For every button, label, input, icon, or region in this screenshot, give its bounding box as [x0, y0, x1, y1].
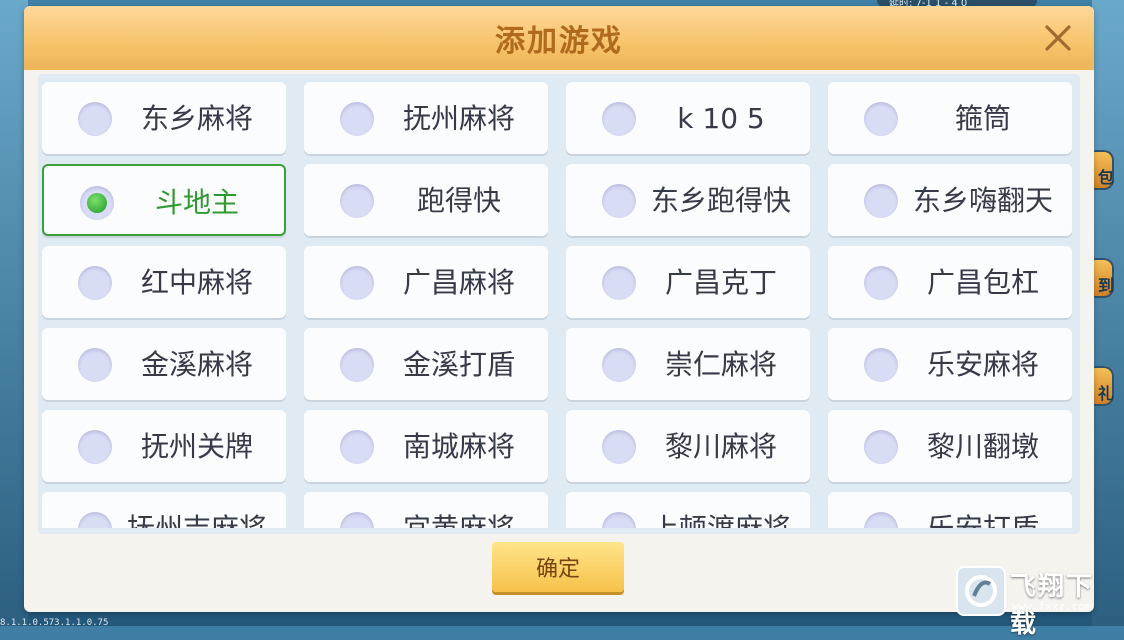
game-label: 抚州关牌 — [140, 430, 253, 463]
game-label: 乐安麻将 — [926, 348, 1039, 381]
game-label: 金溪打盾 — [402, 348, 515, 381]
game-option[interactable]: 金溪麻将 — [42, 328, 286, 400]
radio-button[interactable] — [602, 184, 636, 218]
radio-button[interactable] — [864, 266, 898, 300]
game-option[interactable]: 广昌包杠 — [828, 246, 1072, 318]
dialog-header: 添加游戏 — [24, 6, 1094, 70]
radio-button[interactable] — [78, 348, 112, 382]
game-label: 红中麻将 — [140, 266, 253, 299]
watermark-url: www.fxxz.com — [1012, 600, 1092, 613]
radio-button[interactable] — [864, 184, 898, 218]
game-list-panel: 东乡麻将 抚州麻将 k 10 5 箍筒斗地主 跑得快 东乡跑得快 东乡嗨翻天红中麻将 广昌麻将… — [38, 74, 1080, 534]
game-option[interactable]: 崇仁麻将 — [566, 328, 810, 400]
game-label: 东乡嗨翻天 — [912, 184, 1053, 217]
game-label: 广昌克丁 — [664, 266, 777, 299]
radio-button[interactable] — [602, 102, 636, 136]
radio-button[interactable] — [340, 348, 374, 382]
radio-button[interactable] — [78, 430, 112, 464]
game-option[interactable]: 斗地主 — [42, 164, 286, 236]
game-label: 南城麻将 — [402, 430, 515, 463]
game-label: 崇仁麻将 — [664, 348, 777, 381]
game-option[interactable]: 黎川翻墩 — [828, 410, 1072, 482]
game-label: 黎川翻墩 — [926, 430, 1039, 463]
side-label: 礼 — [1097, 384, 1114, 403]
version-text: 8.1.1.0.573.1.1.0.75 — [0, 618, 109, 628]
watermark: 飞翔下载 www.fxxz.com — [956, 566, 1116, 639]
add-game-dialog: 添加游戏 东乡麻将 抚州麻将 k 10 5 箍筒斗地主 跑得快 东乡跑得快 东乡嗨翻天红中麻… — [24, 6, 1094, 612]
game-option[interactable]: 抚州关牌 — [42, 410, 286, 482]
game-label: 抚州麻将 — [402, 102, 515, 135]
game-grid: 东乡麻将 抚州麻将 k 10 5 箍筒斗地主 跑得快 东乡跑得快 东乡嗨翻天红中麻将 广昌麻将… — [42, 82, 1076, 528]
radio-button[interactable] — [340, 266, 374, 300]
close-button[interactable] — [1042, 22, 1074, 54]
game-label: 金溪麻将 — [140, 348, 253, 381]
close-icon — [1045, 25, 1071, 51]
side-label: 包 — [1097, 168, 1114, 187]
game-option[interactable]: 宜黄麻将 — [304, 492, 548, 528]
game-label: 箍筒 — [954, 102, 1011, 135]
radio-button[interactable] — [602, 348, 636, 382]
game-label: 广昌麻将 — [402, 266, 515, 299]
radio-button[interactable] — [602, 266, 636, 300]
radio-button[interactable] — [602, 512, 636, 528]
game-option[interactable]: k 10 5 — [566, 82, 810, 154]
radio-button[interactable] — [78, 266, 112, 300]
radio-button[interactable] — [864, 430, 898, 464]
radio-button[interactable] — [78, 102, 112, 136]
game-label: 上顿渡麻将 — [636, 512, 806, 528]
game-label: 宜黄麻将 — [374, 512, 544, 528]
radio-button[interactable] — [340, 184, 374, 218]
radio-button[interactable] — [80, 186, 114, 220]
game-label: 广昌包杠 — [926, 266, 1039, 299]
confirm-button[interactable]: 确定 — [492, 542, 624, 592]
watermark-logo-icon — [956, 566, 1006, 616]
game-option[interactable]: 东乡麻将 — [42, 82, 286, 154]
radio-button[interactable] — [340, 430, 374, 464]
radio-button[interactable] — [78, 512, 112, 528]
game-option[interactable]: 箍筒 — [828, 82, 1072, 154]
game-label: k 10 5 — [677, 102, 765, 135]
radio-button[interactable] — [602, 430, 636, 464]
game-option[interactable]: 抚州麻将 — [304, 82, 548, 154]
radio-button[interactable] — [340, 512, 374, 528]
background-strip-right — [1092, 0, 1124, 626]
game-option[interactable]: 南城麻将 — [304, 410, 548, 482]
game-option[interactable]: 乐安麻将 — [828, 328, 1072, 400]
game-option[interactable]: 红中麻将 — [42, 246, 286, 318]
game-list-scroll[interactable]: 东乡麻将 抚州麻将 k 10 5 箍筒斗地主 跑得快 东乡跑得快 东乡嗨翻天红中麻将 广昌麻将… — [42, 82, 1076, 528]
game-option[interactable]: 黎川麻将 — [566, 410, 810, 482]
game-option[interactable]: 广昌麻将 — [304, 246, 548, 318]
game-option[interactable]: 东乡嗨翻天 — [828, 164, 1072, 236]
game-label: 东乡跑得快 — [650, 184, 791, 217]
radio-selected-dot — [87, 193, 107, 213]
game-label: 斗地主 — [154, 186, 239, 219]
game-option[interactable]: 乐安打盾 — [828, 492, 1072, 528]
game-label: 抚州吉麻将 — [112, 512, 282, 528]
radio-button[interactable] — [864, 102, 898, 136]
game-option[interactable]: 金溪打盾 — [304, 328, 548, 400]
game-option[interactable]: 抚州吉麻将 — [42, 492, 286, 528]
radio-button[interactable] — [340, 102, 374, 136]
side-label: 到 — [1097, 276, 1114, 295]
game-label: 乐安打盾 — [898, 512, 1068, 528]
radio-button[interactable] — [864, 512, 898, 528]
game-label: 东乡麻将 — [140, 102, 253, 135]
radio-button[interactable] — [864, 348, 898, 382]
game-label: 跑得快 — [416, 184, 501, 217]
dialog-title: 添加游戏 — [495, 24, 623, 59]
game-label: 黎川麻将 — [664, 430, 777, 463]
game-option[interactable]: 东乡跑得快 — [566, 164, 810, 236]
game-option[interactable]: 上顿渡麻将 — [566, 492, 810, 528]
game-option[interactable]: 跑得快 — [304, 164, 548, 236]
game-option[interactable]: 广昌克丁 — [566, 246, 810, 318]
